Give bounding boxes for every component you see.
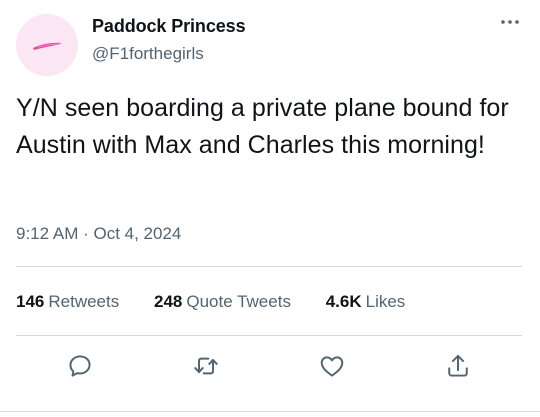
likes-label: Likes [365,292,406,311]
quote-tweets-stat[interactable]: 248 Quote Tweets [154,292,291,312]
divider [16,266,522,267]
reply-icon [69,355,91,377]
avatar[interactable] [16,14,78,76]
retweets-stat[interactable]: 146 Retweets [16,292,119,312]
retweets-count: 146 [16,292,45,311]
divider [0,411,540,412]
share-icon [448,354,468,377]
likes-stat[interactable]: 4.6K Likes [326,292,406,312]
retweets-label: Retweets [48,292,120,311]
quote-tweets-count: 248 [153,292,183,311]
reply-button[interactable] [66,352,94,380]
retweet-button[interactable] [192,352,220,380]
tweet-card: Paddock Princess @F1forthegirls Y/N seen… [0,0,540,417]
like-button[interactable] [318,352,346,380]
engagement-stats: 146 Retweets 248 Quote Tweets 4.6K Likes [16,292,435,312]
user-handle[interactable]: @F1forthegirls [92,44,204,64]
retweet-icon [194,357,218,375]
more-horizontal-icon [501,20,519,24]
heart-icon [320,356,344,377]
divider [16,335,522,336]
share-button[interactable] [444,352,472,380]
pink-brushstroke-avatar-icon [33,42,62,50]
tweet-timestamp[interactable]: 9:12 AM · Oct 4, 2024 [16,224,181,244]
tweet-text: Y/N seen boarding a private plane bound … [16,94,509,159]
more-options-button[interactable] [496,10,524,34]
display-name[interactable]: Paddock Princess [92,16,246,37]
likes-count: 4.6K [325,292,362,311]
quote-tweets-label: Quote Tweets [186,292,291,311]
